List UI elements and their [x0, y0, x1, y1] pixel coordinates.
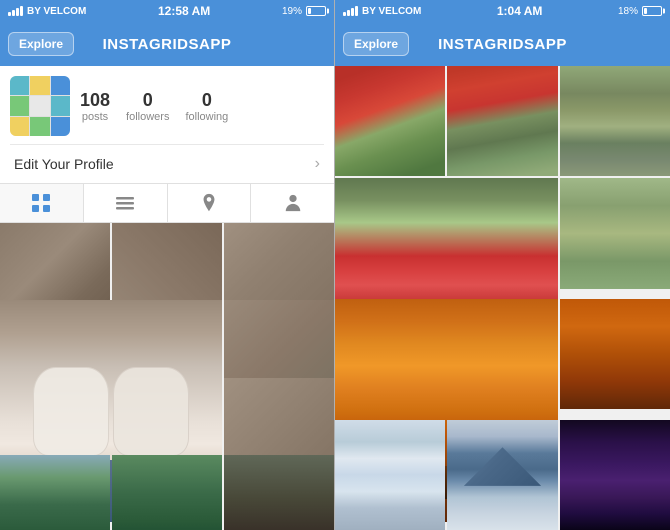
status-left-right: BY VELCOM	[343, 6, 421, 17]
avatar-cell	[51, 96, 70, 115]
time-right: 1:04 AM	[497, 4, 543, 18]
signal-icon	[8, 6, 23, 16]
grid-cell-sunset2[interactable]	[560, 299, 670, 409]
right-phone: BY VELCOM 1:04 AM 18% Explore INSTAGRIDS…	[335, 0, 670, 530]
tab-grid[interactable]	[0, 184, 84, 222]
stat-following: 0 following	[185, 90, 228, 123]
explore-button[interactable]: Explore	[8, 32, 74, 56]
stats-row: 108 posts 0 followers 0 following	[80, 90, 228, 123]
followers-label: followers	[126, 111, 169, 123]
profile-section: 108 posts 0 followers 0 following Edit Y…	[0, 66, 334, 183]
grid-cell-poppy1[interactable]	[335, 66, 445, 176]
battery-pct-right: 18%	[618, 6, 638, 17]
followers-count: 0	[126, 90, 169, 111]
grid-cell-forest1[interactable]	[0, 455, 110, 530]
profile-top: 108 posts 0 followers 0 following	[10, 76, 324, 136]
grid-cell-poppy2[interactable]	[447, 66, 557, 176]
grid-cell-thistle[interactable]	[560, 66, 670, 176]
person-icon	[284, 193, 302, 213]
avatar-cell	[51, 117, 70, 136]
grid-cell-mountain[interactable]	[447, 420, 557, 530]
explore-button-right[interactable]: Explore	[343, 32, 409, 56]
time-text: 12:58 AM	[158, 4, 210, 18]
posts-label: posts	[80, 111, 110, 123]
battery-area: 19%	[282, 6, 326, 17]
explore-photo-grid	[335, 66, 670, 530]
grid-cell-thistle2[interactable]	[560, 178, 670, 288]
avatar-cell	[30, 117, 49, 136]
nav-title-left: INSTAGRIDSAPP	[103, 36, 232, 53]
signal-icon-right	[343, 6, 358, 16]
posts-count: 108	[80, 90, 110, 111]
nav-bar-left: Explore INSTAGRIDSAPP	[0, 22, 334, 66]
avatar-cell	[30, 76, 49, 95]
chevron-right-icon: ›	[315, 155, 320, 173]
status-bar-left-info: BY VELCOM	[8, 6, 86, 17]
location-icon	[200, 193, 218, 213]
following-label: following	[185, 111, 228, 123]
grid-cell-purple[interactable]	[560, 420, 670, 530]
battery-icon	[306, 6, 326, 16]
avatar-cell	[51, 76, 70, 95]
tab-profile[interactable]	[251, 184, 334, 222]
battery-right: 18%	[618, 6, 662, 17]
stat-posts: 108 posts	[80, 90, 110, 123]
carrier-text: BY VELCOM	[27, 6, 86, 17]
avatar-cell	[10, 96, 29, 115]
nav-title-right: INSTAGRIDSAPP	[438, 36, 567, 53]
edit-profile-row[interactable]: Edit Your Profile ›	[10, 144, 324, 183]
list-icon	[115, 193, 135, 213]
stat-followers: 0 followers	[126, 90, 169, 123]
status-bar-left: BY VELCOM 12:58 AM 19%	[0, 0, 334, 22]
grid-cell-forest2[interactable]	[112, 455, 222, 530]
battery-pct: 19%	[282, 6, 302, 17]
battery-icon-right	[642, 6, 662, 16]
grid-icon	[31, 193, 51, 213]
status-bar-right: BY VELCOM 1:04 AM 18%	[335, 0, 670, 22]
avatar	[10, 76, 70, 136]
grid-cell-lake1[interactable]	[335, 420, 445, 530]
tab-list[interactable]	[84, 184, 168, 222]
grid-cell-dark[interactable]	[224, 455, 334, 530]
avatar-cell	[30, 96, 49, 115]
carrier-right: BY VELCOM	[362, 6, 421, 17]
following-count: 0	[185, 90, 228, 111]
left-phone: BY VELCOM 12:58 AM 19% Explore INSTAGRID…	[0, 0, 335, 530]
avatar-cell	[10, 117, 29, 136]
tab-location[interactable]	[168, 184, 252, 222]
tab-bar	[0, 183, 334, 223]
photo-grid-left	[0, 223, 334, 530]
edit-profile-label: Edit Your Profile	[14, 156, 114, 172]
nav-bar-right: Explore INSTAGRIDSAPP	[335, 22, 670, 66]
avatar-cell	[10, 76, 29, 95]
